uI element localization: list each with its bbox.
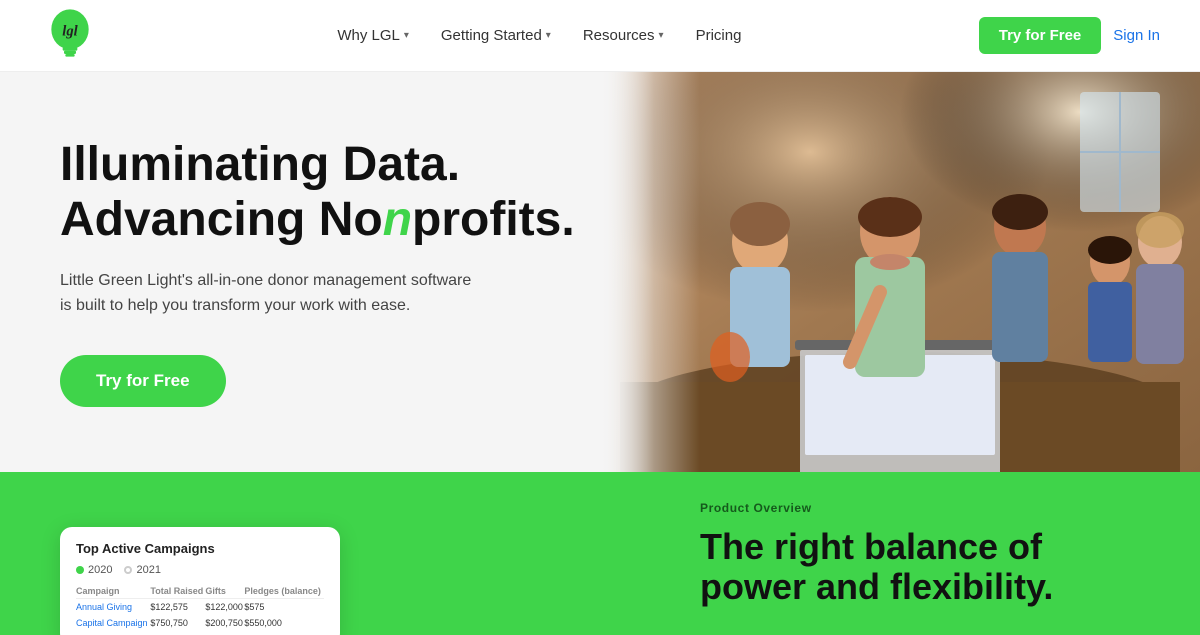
tab-dot-active — [76, 566, 84, 574]
header-sign-in-button[interactable]: Sign In — [1113, 27, 1160, 44]
nav-label-resources: Resources — [583, 27, 655, 44]
chevron-down-icon: ▾ — [546, 30, 551, 41]
table-row: Capital Campaign $750,750 $200,750 $550,… — [76, 615, 324, 631]
col-gifts: Gifts — [205, 584, 244, 599]
nav-item-pricing[interactable]: Pricing — [684, 19, 754, 52]
hero-title-line2: Advancing Nonprofits. — [60, 193, 575, 246]
logo[interactable]: lgl — [40, 6, 100, 66]
hero-title: Illuminating Data. Advancing Nonprofits. — [60, 137, 600, 247]
header-try-free-button[interactable]: Try for Free — [979, 17, 1102, 54]
hero-title-line1: Illuminating Data. — [60, 138, 460, 191]
logo-icon: lgl — [40, 6, 100, 66]
hero-subtitle: Little Green Light's all-in-one donor ma… — [60, 268, 480, 319]
hero-try-free-button[interactable]: Try for Free — [60, 355, 226, 407]
hero-title-suffix: profits. — [412, 193, 575, 246]
campaign-name-2[interactable]: Capital Campaign — [76, 615, 150, 631]
nav-label-getting-started: Getting Started — [441, 27, 542, 44]
hero-title-highlight: n — [383, 193, 412, 246]
nav-item-getting-started[interactable]: Getting Started ▾ — [429, 19, 563, 52]
pledges-2: $550,000 — [244, 615, 324, 631]
pledges-1: $575 — [244, 599, 324, 616]
green-heading: The right balance of power and flexibili… — [700, 527, 1160, 606]
nav-label-pricing: Pricing — [696, 27, 742, 44]
gifts-2: $200,750 — [205, 615, 244, 631]
col-campaign: Campaign — [76, 584, 150, 599]
chevron-down-icon: ▾ — [659, 30, 664, 41]
green-left: Top Active Campaigns 2020 2021 Campaign … — [0, 472, 660, 635]
hero-section: Illuminating Data. Advancing Nonprofits.… — [0, 72, 1200, 472]
card-title: Top Active Campaigns — [76, 541, 324, 556]
product-overview-label: Product Overview — [700, 501, 1160, 515]
header: lgl Why LGL ▾ Getting Started ▾ Resource… — [0, 0, 1200, 72]
card-tab-2020[interactable]: 2020 — [76, 564, 112, 576]
nav-item-why-lgl[interactable]: Why LGL ▾ — [325, 19, 421, 52]
green-heading-line1: The right balance of — [700, 526, 1042, 567]
table-row: Annual Giving $122,575 $122,000 $575 — [76, 599, 324, 616]
col-total-raised: Total Raised — [150, 584, 205, 599]
green-right: Product Overview The right balance of po… — [660, 472, 1200, 635]
campaign-table: Campaign Total Raised Gifts Pledges (bal… — [76, 584, 324, 631]
nav-label-why-lgl: Why LGL — [337, 27, 400, 44]
card-tab-2021-label: 2021 — [136, 564, 160, 576]
campaign-name-1[interactable]: Annual Giving — [76, 599, 150, 616]
col-pledges: Pledges (balance) — [244, 584, 324, 599]
card-tabs: 2020 2021 — [76, 564, 324, 576]
raised-1: $122,575 — [150, 599, 205, 616]
dashboard-card: Top Active Campaigns 2020 2021 Campaign … — [60, 527, 340, 635]
tab-dot-inactive — [124, 566, 132, 574]
header-actions: Try for Free Sign In — [979, 17, 1160, 54]
card-tab-2021[interactable]: 2021 — [124, 564, 160, 576]
green-heading-line2: power and flexibility. — [700, 566, 1053, 607]
card-tab-2020-label: 2020 — [88, 564, 112, 576]
hero-image — [600, 72, 1200, 472]
hero-title-prefix: Advancing No — [60, 193, 383, 246]
hero-photo — [600, 72, 1200, 472]
gifts-1: $122,000 — [205, 599, 244, 616]
svg-text:lgl: lgl — [62, 23, 78, 39]
chevron-down-icon: ▾ — [404, 30, 409, 41]
main-nav: Why LGL ▾ Getting Started ▾ Resources ▾ … — [325, 19, 753, 52]
nav-item-resources[interactable]: Resources ▾ — [571, 19, 676, 52]
green-section: Top Active Campaigns 2020 2021 Campaign … — [0, 472, 1200, 635]
raised-2: $750,750 — [150, 615, 205, 631]
hero-left: Illuminating Data. Advancing Nonprofits.… — [0, 72, 660, 472]
